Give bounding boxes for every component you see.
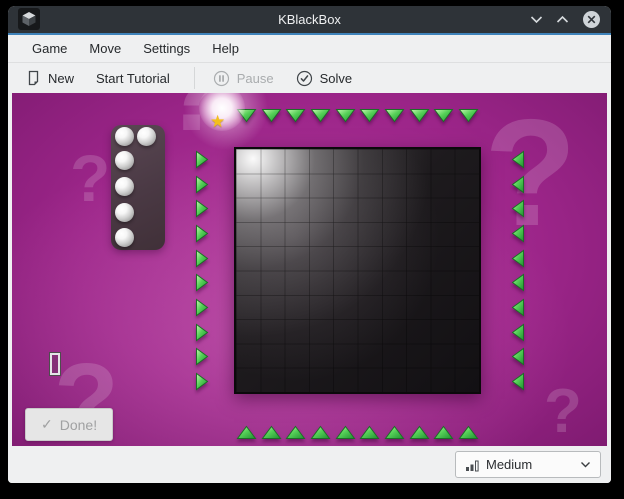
menu-move[interactable]: Move bbox=[78, 35, 132, 62]
question-mark-watermark: ? bbox=[70, 141, 111, 215]
laser-arrow-left-icon[interactable] bbox=[511, 175, 525, 194]
chevron-down-icon bbox=[530, 16, 543, 24]
close-button[interactable] bbox=[582, 10, 601, 29]
laser-arrow-left-icon[interactable] bbox=[511, 249, 525, 268]
laser-arrow-up-icon[interactable] bbox=[384, 425, 405, 440]
new-button[interactable]: New bbox=[26, 70, 74, 87]
board-grid-lines bbox=[236, 149, 479, 392]
laser-arrow-right-icon[interactable] bbox=[195, 372, 209, 391]
laser-arrow-up-icon[interactable] bbox=[409, 425, 430, 440]
pause-button-label: Pause bbox=[236, 70, 274, 86]
laser-arrow-right-icon[interactable] bbox=[195, 249, 209, 268]
difficulty-bars-icon bbox=[466, 460, 479, 471]
tray-ball[interactable] bbox=[115, 127, 134, 146]
toolbar-separator bbox=[193, 67, 195, 89]
laser-arrow-right-icon[interactable] bbox=[195, 273, 209, 292]
app-window: KBlackBox Game Move Settings Help New St… bbox=[8, 6, 611, 483]
laser-arrow-up-icon[interactable] bbox=[433, 425, 454, 440]
toolbar: New Start Tutorial Pause Solve bbox=[8, 62, 611, 93]
star-icon: ★ bbox=[210, 112, 226, 131]
laser-arrow-down-icon[interactable] bbox=[335, 108, 356, 123]
laser-arrow-right-icon[interactable] bbox=[195, 150, 209, 169]
laser-arrow-down-icon[interactable] bbox=[384, 108, 405, 123]
laser-arrow-right-icon[interactable] bbox=[195, 224, 209, 243]
laser-arrow-down-icon[interactable] bbox=[310, 108, 331, 123]
laser-arrow-up-icon[interactable] bbox=[335, 425, 356, 440]
tray-ball[interactable] bbox=[115, 228, 134, 247]
window-title: KBlackBox bbox=[278, 12, 341, 27]
chevron-down-icon bbox=[580, 461, 591, 468]
pause-button[interactable]: Pause bbox=[213, 70, 274, 87]
laser-arrow-up-icon[interactable] bbox=[261, 425, 282, 440]
laser-arrow-right-icon[interactable] bbox=[195, 175, 209, 194]
close-circle-icon bbox=[583, 11, 600, 28]
tray-ball[interactable] bbox=[137, 127, 156, 146]
laser-arrow-down-icon[interactable] bbox=[409, 108, 430, 123]
chevron-up-icon bbox=[556, 15, 569, 23]
game-view[interactable]: ????? ★ ✓ Done! bbox=[12, 93, 607, 446]
statusbar: Medium bbox=[8, 446, 611, 483]
laser-arrow-left-icon[interactable] bbox=[511, 323, 525, 342]
window-controls bbox=[530, 6, 601, 33]
difficulty-value: Medium bbox=[486, 457, 533, 472]
laser-ball-marker[interactable]: ★ bbox=[199, 93, 245, 131]
laser-arrow-right-icon[interactable] bbox=[195, 347, 209, 366]
laser-arrow-left-icon[interactable] bbox=[511, 273, 525, 292]
laser-arrow-down-icon[interactable] bbox=[359, 108, 380, 123]
laser-arrow-up-icon[interactable] bbox=[285, 425, 306, 440]
maximize-button[interactable] bbox=[556, 15, 569, 24]
kblackbox-app-icon bbox=[18, 8, 40, 30]
laser-arrow-up-icon[interactable] bbox=[236, 425, 257, 440]
tray-ball[interactable] bbox=[115, 151, 134, 170]
laser-arrow-up-icon[interactable] bbox=[310, 425, 331, 440]
menu-help[interactable]: Help bbox=[201, 35, 250, 62]
ball-tray[interactable] bbox=[111, 125, 165, 250]
laser-arrow-left-icon[interactable] bbox=[511, 347, 525, 366]
stray-glyph-artifact bbox=[49, 352, 61, 376]
minimize-button[interactable] bbox=[530, 15, 543, 24]
menu-settings[interactable]: Settings bbox=[132, 35, 201, 62]
laser-arrow-down-icon[interactable] bbox=[285, 108, 306, 123]
menu-game[interactable]: Game bbox=[21, 35, 78, 62]
screenshot-stage: KBlackBox Game Move Settings Help New St… bbox=[0, 0, 624, 499]
laser-arrow-down-icon[interactable] bbox=[458, 108, 479, 123]
laser-arrow-left-icon[interactable] bbox=[511, 199, 525, 218]
done-button-label: Done! bbox=[59, 416, 98, 433]
black-box-board[interactable] bbox=[234, 147, 481, 394]
pause-circle-icon bbox=[213, 70, 229, 86]
start-tutorial-label: Start Tutorial bbox=[96, 70, 170, 86]
question-mark-watermark: ? bbox=[484, 93, 577, 258]
menubar: Game Move Settings Help bbox=[8, 35, 611, 62]
laser-arrow-left-icon[interactable] bbox=[511, 224, 525, 243]
solve-button-label: Solve bbox=[319, 70, 353, 86]
solve-button[interactable]: Solve bbox=[296, 70, 353, 87]
laser-arrow-left-icon[interactable] bbox=[511, 150, 525, 169]
laser-arrow-down-icon[interactable] bbox=[433, 108, 454, 123]
laser-arrow-down-icon[interactable] bbox=[261, 108, 282, 123]
check-icon: ✓ bbox=[41, 416, 53, 432]
start-tutorial-button[interactable]: Start Tutorial bbox=[96, 71, 170, 86]
difficulty-combobox[interactable]: Medium bbox=[455, 451, 601, 478]
check-circle-icon bbox=[296, 70, 312, 86]
tray-ball[interactable] bbox=[115, 177, 134, 196]
laser-arrow-right-icon[interactable] bbox=[195, 298, 209, 317]
laser-arrow-up-icon[interactable] bbox=[458, 425, 479, 440]
laser-arrow-right-icon[interactable] bbox=[195, 323, 209, 342]
laser-arrow-left-icon[interactable] bbox=[511, 372, 525, 391]
done-button[interactable]: ✓ Done! bbox=[25, 408, 114, 441]
laser-arrow-left-icon[interactable] bbox=[511, 298, 525, 317]
tray-ball[interactable] bbox=[115, 203, 134, 222]
laser-arrow-right-icon[interactable] bbox=[195, 199, 209, 218]
document-new-icon bbox=[28, 70, 39, 85]
new-button-label: New bbox=[48, 70, 75, 86]
laser-arrow-up-icon[interactable] bbox=[359, 425, 380, 440]
question-mark-watermark: ? bbox=[544, 377, 582, 446]
titlebar[interactable]: KBlackBox bbox=[8, 6, 611, 33]
